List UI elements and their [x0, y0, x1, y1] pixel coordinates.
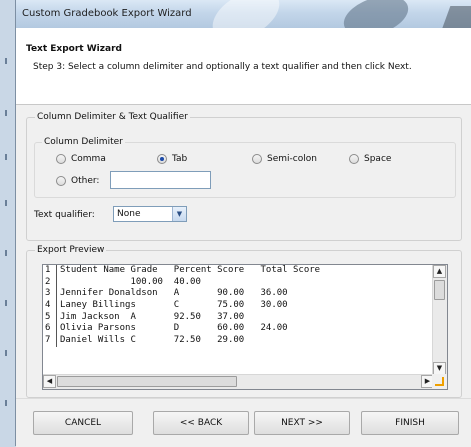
corner-grip-icon [435, 377, 444, 386]
column-delimiter-legend: Column Delimiter [42, 137, 125, 147]
radio-other-label: Other: [71, 176, 100, 186]
text-qualifier-label: Text qualifier: [34, 210, 95, 220]
preview-row: 1 Student Name Grade Percent Score Total … [43, 265, 434, 277]
preview-row: 7 Daniel Wills C 72.50 29.00 [43, 335, 434, 347]
text-qualifier-value: None [117, 209, 141, 219]
radio-semicolon-label: Semi-colon [267, 154, 317, 164]
radio-comma-indicator[interactable] [56, 154, 66, 164]
background-edge [3, 0, 9, 446]
wizard-title: Text Export Wizard [26, 44, 122, 54]
preview-row-text: Laney Billings C 75.00 30.00 [60, 300, 288, 311]
scroll-up-icon[interactable]: ▲ [433, 265, 446, 278]
back-button-label: << BACK [179, 418, 223, 428]
radio-tab[interactable]: Tab [157, 154, 187, 164]
column-delimiter-group: Column Delimiter [34, 137, 456, 198]
back-button[interactable]: << BACK [153, 411, 249, 435]
chevron-down-icon[interactable]: ▼ [172, 207, 186, 221]
preview-row-number: 3 [43, 288, 57, 301]
preview-row-number: 7 [43, 335, 57, 347]
radio-space-indicator[interactable] [349, 154, 359, 164]
delimiter-group-legend: Column Delimiter & Text Qualifier [35, 112, 190, 122]
radio-tab-label: Tab [172, 154, 188, 164]
preview-rows: 1 Student Name Grade Percent Score Total … [43, 265, 434, 375]
radio-other-indicator[interactable] [56, 176, 66, 186]
preview-row-text: Jennifer Donaldson A 90.00 36.00 [60, 288, 288, 299]
horizontal-scroll-thumb[interactable] [57, 376, 237, 387]
preview-row-text: Jim Jackson A 92.50 37.00 [60, 311, 245, 322]
radio-space[interactable]: Space [349, 154, 391, 164]
next-button[interactable]: NEXT >> [254, 411, 350, 435]
radio-comma[interactable]: Comma [56, 154, 106, 164]
radio-comma-label: Comma [71, 154, 106, 164]
preview-row-number: 6 [43, 323, 57, 336]
next-button-label: NEXT >> [281, 418, 323, 428]
vertical-scrollbar[interactable]: ▲ ▼ [432, 265, 447, 375]
window-title: Custom Gradebook Export Wizard [22, 8, 192, 19]
preview-row: 5 Jim Jackson A 92.50 37.00 [43, 311, 434, 324]
radio-space-label: Space [364, 154, 392, 164]
preview-row-number: 2 [43, 276, 57, 289]
preview-row-text: Daniel Wills C 72.50 29.00 [60, 335, 245, 346]
preview-row-number: 1 [43, 265, 57, 277]
preview-row-text: 100.00 40.00 [60, 276, 201, 287]
export-preview-legend: Export Preview [35, 245, 107, 255]
scroll-left-icon[interactable]: ◀ [43, 375, 56, 388]
preview-row: 3 Jennifer Donaldson A 90.00 36.00 [43, 288, 434, 301]
radio-semicolon[interactable]: Semi-colon [252, 154, 317, 164]
preview-row: 6 Olivia Parsons D 60.00 24.00 [43, 323, 434, 336]
radio-tab-indicator[interactable] [157, 154, 167, 164]
text-qualifier-select[interactable]: None ▼ [113, 206, 187, 222]
horizontal-scrollbar[interactable]: ◀ ▶ [43, 374, 434, 389]
export-preview-box[interactable]: 1 Student Name Grade Percent Score Total … [42, 264, 448, 390]
wizard-step-instructions: Step 3: Select a column delimiter and op… [33, 62, 412, 72]
preview-row: 2 100.00 40.00 [43, 276, 434, 289]
cancel-button-label: CANCEL [64, 418, 102, 428]
wizard-window: Custom Gradebook Export Wizard Text Expo… [15, 0, 471, 447]
preview-row-number: 5 [43, 311, 57, 324]
vertical-scroll-thumb[interactable] [434, 280, 445, 300]
wizard-header: Text Export Wizard Step 3: Select a colu… [16, 28, 471, 105]
other-delimiter-input[interactable] [110, 171, 211, 189]
title-bar[interactable]: Custom Gradebook Export Wizard [16, 0, 471, 28]
scroll-corner [432, 374, 447, 389]
wizard-footer: CANCEL << BACK NEXT >> FINISH [16, 398, 471, 447]
preview-row-text: Student Name Grade Percent Score Total S… [60, 265, 321, 275]
finish-button-label: FINISH [395, 418, 425, 428]
preview-row-text: Olivia Parsons D 60.00 24.00 [60, 323, 288, 334]
radio-semicolon-indicator[interactable] [252, 154, 262, 164]
radio-other[interactable]: Other: [56, 176, 99, 186]
cancel-button[interactable]: CANCEL [33, 411, 133, 435]
preview-row: 4 Laney Billings C 75.00 30.00 [43, 300, 434, 312]
preview-row-number: 4 [43, 300, 57, 312]
finish-button[interactable]: FINISH [361, 411, 459, 435]
